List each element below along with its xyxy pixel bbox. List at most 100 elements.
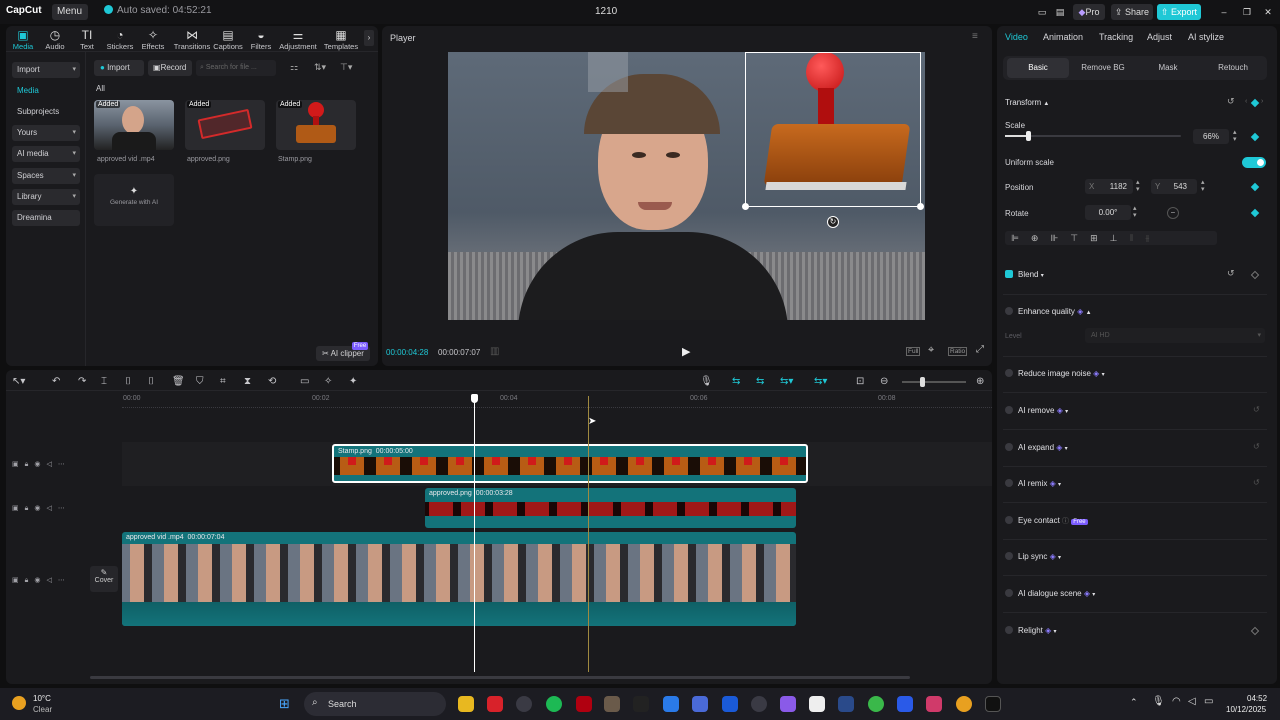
eye-icon[interactable]: ◉ bbox=[34, 577, 46, 584]
subtab-basic[interactable]: Basic bbox=[1007, 58, 1069, 78]
volume-icon[interactable]: ◁ bbox=[46, 577, 57, 584]
fit-icon[interactable]: ⊡ bbox=[856, 376, 864, 387]
track-controls[interactable]: ▣🔒︎◉◁⋯ bbox=[12, 576, 71, 585]
ai-remix-section[interactable]: AI remix ◈ ▾ bbox=[1005, 479, 1061, 488]
redo-icon[interactable]: ↷ bbox=[78, 376, 86, 387]
tab-filters[interactable]: ◒ Filters bbox=[244, 28, 278, 51]
rotate-input[interactable]: 0.00° bbox=[1085, 205, 1131, 220]
timeline-scrollbar[interactable] bbox=[90, 676, 910, 679]
import-button[interactable]: ● Import bbox=[94, 60, 144, 76]
chevron-right-icon[interactable]: › bbox=[364, 30, 374, 46]
stepper-icon[interactable]: ▴ ▾ bbox=[1233, 129, 1237, 143]
uniform-scale-toggle[interactable] bbox=[1242, 157, 1266, 168]
scale-input[interactable]: 66% bbox=[1193, 129, 1229, 144]
marker-icon[interactable]: ⛉ bbox=[196, 376, 204, 387]
blend-section[interactable]: Blend ▾ bbox=[1005, 270, 1044, 279]
tab-stickers[interactable]: ◔ Stickers bbox=[103, 28, 137, 51]
lip-sync-section[interactable]: Lip sync ◈ ▾ bbox=[1005, 552, 1061, 561]
track-toggle-icon[interactable]: ▣ bbox=[12, 461, 25, 468]
cover-button[interactable]: ✎ Cover bbox=[90, 566, 118, 592]
ai-dialogue-checkbox[interactable] bbox=[1005, 589, 1013, 597]
search-field[interactable]: ⌕ Search for file ... bbox=[196, 60, 276, 76]
ai-expand-checkbox[interactable] bbox=[1005, 443, 1013, 451]
app-w-icon[interactable] bbox=[487, 696, 503, 712]
export-button[interactable]: ⇧ Export bbox=[1157, 4, 1201, 20]
wifi-icon[interactable]: ◠ bbox=[1172, 696, 1181, 707]
subtab-remove-bg[interactable]: Remove BG bbox=[1071, 58, 1135, 78]
zoom-out-icon[interactable]: ⊖ bbox=[880, 376, 888, 387]
taskbar-search[interactable]: ⌕ Search bbox=[304, 692, 446, 716]
sidebar-item-media[interactable]: Media bbox=[12, 83, 80, 99]
keyframe-nav-next-icon[interactable]: › bbox=[1261, 98, 1263, 105]
tab-ai-stylize[interactable]: AI stylize bbox=[1188, 32, 1224, 42]
align-toolbar[interactable]: ⊫⊕⊪⊤⊞⊥⫴⫵ bbox=[1005, 231, 1217, 245]
video-preview[interactable]: ↻ bbox=[448, 52, 925, 320]
ai-dialogue-section[interactable]: AI dialogue scene ◈ ▾ bbox=[1005, 589, 1095, 598]
lock-icon[interactable]: 🔒︎ bbox=[25, 461, 35, 468]
mirror-icon[interactable]: ⧗ bbox=[244, 376, 251, 387]
layout-icon[interactable]: ▭ bbox=[1035, 4, 1049, 20]
app-blue-icon[interactable] bbox=[663, 696, 679, 712]
player-menu-icon[interactable]: ≡ bbox=[972, 31, 978, 42]
microphone-icon[interactable]: 🎙 bbox=[700, 376, 713, 387]
playhead[interactable] bbox=[474, 396, 475, 672]
crop-icon[interactable]: ⌗ bbox=[220, 376, 226, 387]
ai-expand-section[interactable]: AI expand ◈ ▾ bbox=[1005, 443, 1068, 452]
tab-text[interactable]: TI Text bbox=[70, 28, 104, 51]
chevron-up-icon[interactable]: ⌃ bbox=[1130, 697, 1138, 708]
magic-wand-icon[interactable]: ✧ bbox=[324, 376, 332, 387]
clip-approved[interactable]: approved.png 00:00:03:28 bbox=[425, 488, 796, 528]
volume-icon[interactable]: ◁ bbox=[46, 461, 57, 468]
tab-tracking[interactable]: Tracking bbox=[1099, 32, 1133, 42]
undo-icon[interactable]: ↶ bbox=[52, 376, 60, 387]
subtab-mask[interactable]: Mask bbox=[1137, 58, 1199, 78]
track-controls[interactable]: ▣🔒︎◉◁⋯ bbox=[12, 504, 71, 513]
sidebar-item-library[interactable]: Library ▾ bbox=[12, 189, 80, 205]
position-x-input[interactable]: X 1182 bbox=[1085, 179, 1133, 194]
tab-media[interactable]: ▣ Media bbox=[6, 28, 40, 51]
eye-icon[interactable]: ◉ bbox=[34, 461, 46, 468]
keyframe-icon[interactable] bbox=[1250, 98, 1260, 108]
track-controls[interactable]: ▣🔒︎◉◁⋯ bbox=[12, 460, 71, 469]
timeline-icon[interactable]: ▥ bbox=[490, 346, 499, 357]
app-navy-icon[interactable] bbox=[838, 696, 854, 712]
sort-icon[interactable]: ⇅▾ bbox=[314, 62, 326, 73]
generate-ai-card[interactable]: ✦ Generate with AI bbox=[94, 174, 174, 226]
reset-icon[interactable]: ↺ bbox=[1253, 442, 1260, 451]
shortcuts-icon[interactable]: ▤ bbox=[1053, 4, 1067, 20]
media-item-stamp[interactable]: Added bbox=[276, 100, 356, 150]
capcut-active-icon[interactable] bbox=[985, 696, 1001, 712]
eye-contact-checkbox[interactable] bbox=[1005, 516, 1013, 524]
apple-tv-icon[interactable] bbox=[633, 696, 649, 712]
stepper-icon[interactable]: ▴ ▾ bbox=[1133, 205, 1137, 219]
windows-start-icon[interactable]: ⊞ bbox=[279, 696, 295, 712]
app-photoshop-icon[interactable] bbox=[897, 696, 913, 712]
lock-icon[interactable]: 🔒︎ bbox=[25, 577, 35, 584]
blend-checkbox[interactable] bbox=[1005, 270, 1013, 278]
sidebar-item-yours[interactable]: Yours ▾ bbox=[12, 125, 80, 141]
app-grey-icon[interactable] bbox=[751, 696, 767, 712]
menu-button[interactable]: Menu ▾ bbox=[52, 4, 88, 32]
align-bottom-icon[interactable]: ⊥ bbox=[1110, 233, 1130, 243]
more-icon[interactable]: ⋯ bbox=[58, 461, 71, 468]
keyframe-icon[interactable] bbox=[1250, 626, 1260, 636]
transform-header[interactable]: Transform ▲ bbox=[1005, 98, 1049, 107]
delete-icon[interactable]: 🗑 bbox=[172, 376, 185, 387]
microphone-icon[interactable]: 🎙 bbox=[1152, 696, 1165, 707]
battery-icon[interactable]: ▭ bbox=[1204, 696, 1213, 707]
capcut-icon[interactable] bbox=[809, 696, 825, 712]
filter-icon[interactable]: ⊤▾ bbox=[340, 62, 352, 73]
sidebar-item-dreamina[interactable]: Dreamina bbox=[12, 210, 80, 226]
eye-icon[interactable]: ◉ bbox=[34, 505, 46, 512]
full-quality-button[interactable]: Full bbox=[906, 347, 921, 356]
scale-slider-knob[interactable] bbox=[1026, 131, 1031, 141]
sidebar-item-spaces[interactable]: Spaces ▾ bbox=[12, 168, 80, 184]
align-center-icon[interactable]: ⊕ bbox=[1031, 233, 1051, 243]
lock-icon[interactable]: 🔒︎ bbox=[25, 505, 35, 512]
relight-checkbox[interactable] bbox=[1005, 626, 1013, 634]
split-icon[interactable]: ⌶ bbox=[101, 376, 107, 387]
reset-icon[interactable]: ↺ bbox=[1227, 268, 1235, 279]
record-button[interactable]: ▣Record bbox=[148, 60, 192, 76]
keyframe-icon[interactable] bbox=[1250, 132, 1260, 142]
align-left-icon[interactable]: ⊫ bbox=[1011, 233, 1031, 243]
